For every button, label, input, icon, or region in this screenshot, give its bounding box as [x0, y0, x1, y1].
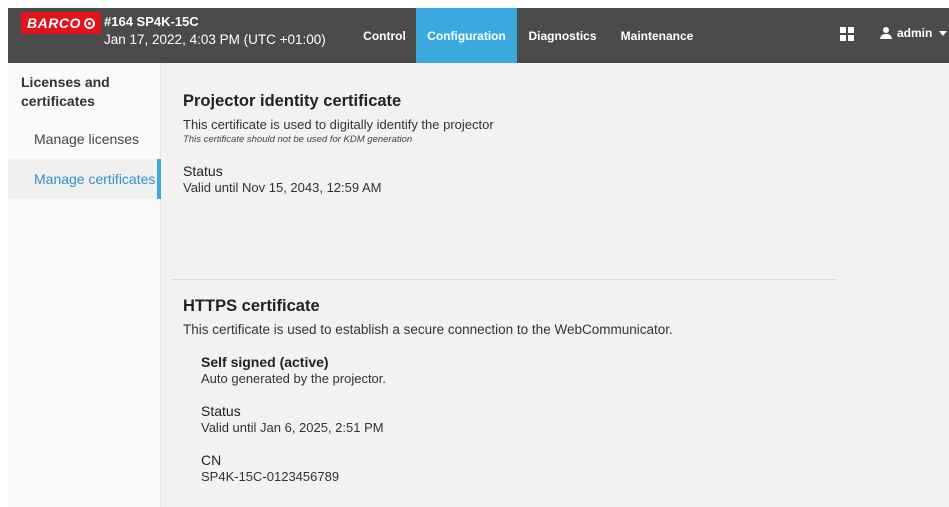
device-name: #164 SP4K-15C: [104, 14, 199, 29]
identity-certificate-note: This certificate should not be used for …: [183, 134, 413, 145]
device-datetime: Jan 17, 2022, 4:03 PM (UTC +01:00): [104, 32, 326, 47]
https-certificate-title: HTTPS certificate: [183, 297, 320, 315]
dashboard-grid-icon[interactable]: [840, 27, 854, 41]
https-cn-label: CN: [201, 452, 222, 468]
identity-status-label: Status: [183, 163, 223, 179]
device-info: #164 SP4K-15C Jan 17, 2022, 4:03 PM (UTC…: [104, 14, 326, 48]
logo-text: BARCO: [27, 15, 81, 31]
sidebar-heading: Licenses and certificates: [21, 74, 110, 109]
https-type-description: Auto generated by the projector.: [201, 371, 387, 386]
main-nav: Control Configuration Diagnostics Mainte…: [353, 8, 706, 63]
sidebar-item-manage-certificates[interactable]: Manage certificates: [8, 159, 161, 199]
identity-certificate-section: Projector identity certificate This cert…: [183, 92, 494, 195]
https-certificate-section: HTTPS certificate This certificate is us…: [183, 297, 673, 484]
identity-certificate-description: This certificate is used to digitally id…: [183, 117, 494, 132]
top-bar: BARCO #164 SP4K-15C Jan 17, 2022, 4:03 P…: [8, 8, 949, 63]
user-menu[interactable]: admin: [879, 26, 948, 40]
https-status-label: Status: [201, 403, 241, 419]
sidebar: Licenses and certificates Manage license…: [8, 63, 161, 507]
logo-ring-icon: [83, 17, 95, 29]
app-window: BARCO #164 SP4K-15C Jan 17, 2022, 4:03 P…: [8, 8, 949, 507]
chevron-down-icon: [939, 30, 948, 36]
section-divider: [171, 279, 837, 280]
tab-control[interactable]: Control: [353, 8, 416, 63]
tab-maintenance[interactable]: Maintenance: [608, 8, 706, 63]
tab-diagnostics[interactable]: Diagnostics: [517, 8, 608, 63]
https-certificate-description: This certificate is used to establish a …: [183, 322, 673, 337]
identity-status-value: Valid until Nov 15, 2043, 12:59 AM: [183, 180, 382, 195]
user-icon: [879, 26, 893, 40]
sidebar-item-manage-licenses[interactable]: Manage licenses: [8, 119, 160, 159]
identity-certificate-title: Projector identity certificate: [183, 92, 402, 110]
main-content: Projector identity certificate This cert…: [161, 63, 949, 507]
https-status-value: Valid until Jan 6, 2025, 2:51 PM: [201, 420, 384, 435]
https-cn-value: SP4K-15C-0123456789: [201, 469, 340, 484]
barco-logo[interactable]: BARCO: [21, 12, 101, 34]
tab-configuration[interactable]: Configuration: [416, 8, 517, 63]
https-type-label: Self signed (active): [201, 354, 329, 370]
user-name: admin: [897, 26, 933, 40]
